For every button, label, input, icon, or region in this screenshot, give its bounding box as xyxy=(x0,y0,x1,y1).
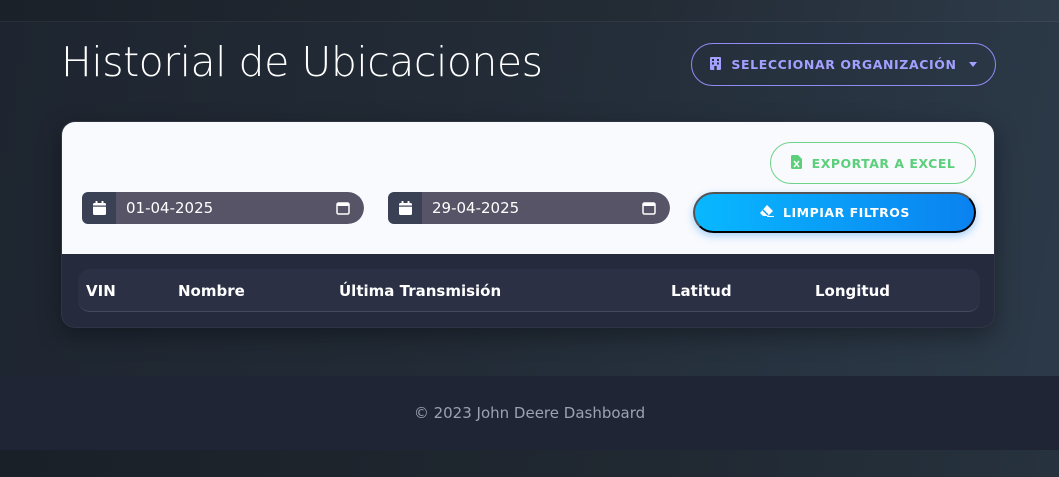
top-navbar xyxy=(0,0,1059,22)
column-header-nombre[interactable]: Nombre xyxy=(178,282,245,300)
calendar-icon xyxy=(388,192,422,224)
export-excel-button[interactable]: EXPORTAR A EXCEL xyxy=(770,142,976,184)
filters-panel: 01-04-2025 29-04-2025 EXPORTAR A EXCEL L… xyxy=(62,122,994,254)
column-header-longitud[interactable]: Longitud xyxy=(815,282,890,300)
start-date-group: 01-04-2025 xyxy=(82,192,364,224)
clear-filters-button[interactable]: LIMPIAR FILTROS xyxy=(693,192,976,233)
start-date-input[interactable]: 01-04-2025 xyxy=(116,192,364,224)
table-header-row: VIN Nombre Última Transmisión Latitud Lo… xyxy=(78,269,980,312)
select-organization-label: SELECCIONAR ORGANIZACIÓN xyxy=(731,57,957,72)
page-footer: © 2023 John Deere Dashboard xyxy=(0,376,1059,450)
calendar-icon xyxy=(82,192,116,224)
bottom-strip xyxy=(0,450,1059,477)
select-organization-button[interactable]: SELECCIONAR ORGANIZACIÓN xyxy=(691,43,996,86)
start-date-value: 01-04-2025 xyxy=(126,199,214,217)
building-icon xyxy=(710,56,722,73)
date-picker-icon[interactable] xyxy=(642,201,656,219)
clear-filters-label: LIMPIAR FILTROS xyxy=(783,205,910,220)
eraser-icon xyxy=(759,205,775,220)
file-excel-icon xyxy=(790,154,802,172)
page-title: Historial de Ubicaciones xyxy=(61,38,543,86)
date-picker-icon[interactable] xyxy=(336,201,350,219)
column-header-ultima-transmision[interactable]: Última Transmisión xyxy=(339,282,501,300)
column-header-latitud[interactable]: Latitud xyxy=(671,282,732,300)
history-card: 01-04-2025 29-04-2025 EXPORTAR A EXCEL L… xyxy=(61,121,995,328)
end-date-value: 29-04-2025 xyxy=(432,199,520,217)
end-date-input[interactable]: 29-04-2025 xyxy=(422,192,670,224)
end-date-group: 29-04-2025 xyxy=(388,192,670,224)
column-header-vin[interactable]: VIN xyxy=(86,282,116,300)
export-excel-label: EXPORTAR A EXCEL xyxy=(811,155,956,171)
caret-down-icon xyxy=(968,62,977,67)
footer-copyright: © 2023 John Deere Dashboard xyxy=(413,404,646,422)
